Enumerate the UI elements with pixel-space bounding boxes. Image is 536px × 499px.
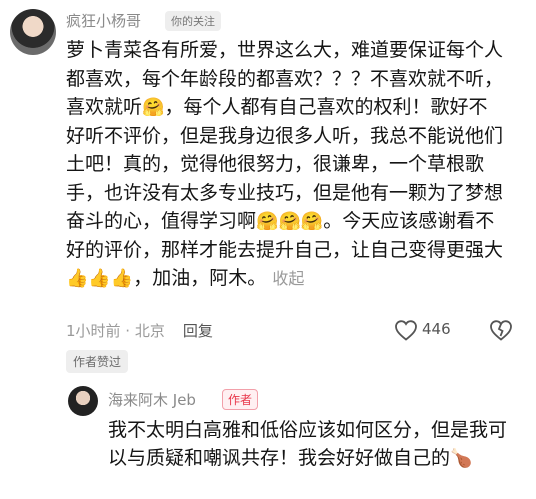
thumbs-up-icon: 👍 — [88, 268, 111, 289]
reply-text: 我不太明白高雅和低俗应该如何区分，但是我可以与质疑和嘲讽共存！我会好好做自己的🍗 — [108, 416, 508, 472]
comment-text-part-4: ，加油，阿木。 — [133, 267, 267, 289]
like-count: 446 — [422, 320, 451, 338]
author-badge: 作者 — [222, 389, 259, 410]
commenter-avatar[interactable] — [10, 9, 56, 55]
broken-heart-icon[interactable] — [489, 319, 513, 341]
reply-author-username[interactable]: 海来阿木 Jeb — [108, 389, 196, 410]
following-badge: 你的关注 — [165, 11, 221, 31]
drumstick-icon: 🍗 — [450, 448, 473, 469]
reply-author-avatar[interactable] — [68, 386, 98, 416]
comment-timestamp: 1小时前 · 北京 — [66, 322, 165, 340]
reply-text-content: 我不太明白高雅和低俗应该如何区分，但是我可以与质疑和嘲讽共存！我会好好做自己的 — [108, 419, 508, 469]
thumbs-up-icon: 👍 — [66, 268, 89, 289]
hug-emoji-icon: 🤗 — [278, 211, 301, 232]
reply-button[interactable]: 回复 — [183, 322, 213, 340]
thumbs-up-icon: 👍 — [110, 268, 134, 289]
comment-meta: 1小时前 · 北京 回复 — [66, 320, 213, 341]
commenter-username[interactable]: 疯狂小杨哥 — [66, 10, 141, 31]
heart-icon[interactable] — [394, 319, 418, 341]
hug-emoji-icon: 🤗 — [256, 211, 279, 232]
hug-emoji-icon: 🤗 — [300, 211, 324, 232]
collapse-link[interactable]: 收起 — [272, 269, 304, 288]
comment-text: 萝卜青菜各有所爱，世界这么大，难道要保证每个人都喜欢，每个年龄段的都喜欢？？？不… — [66, 36, 506, 294]
author-liked-badge: 作者赞过 — [66, 350, 129, 373]
hug-emoji-icon: 🤗 — [142, 97, 165, 118]
